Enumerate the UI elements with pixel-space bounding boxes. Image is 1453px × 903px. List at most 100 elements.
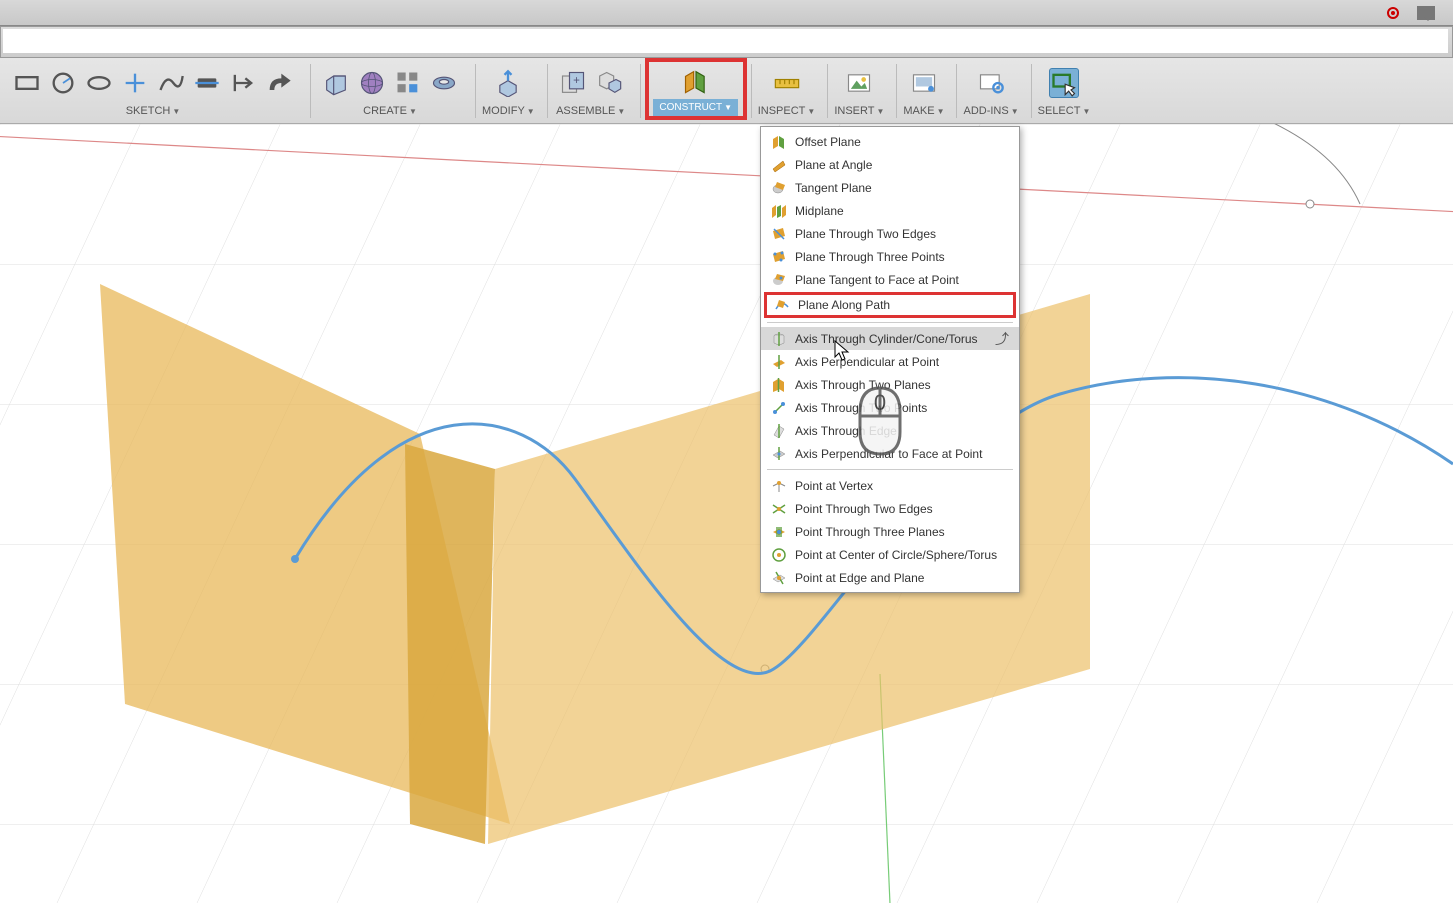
- toolbar-label-inspect[interactable]: INSPECT▼: [758, 102, 816, 120]
- offset-tool-icon[interactable]: [264, 68, 294, 98]
- menu-item-label: Point Through Three Planes: [795, 525, 945, 539]
- menu-item-label: Point at Vertex: [795, 479, 873, 493]
- toolbar-group-assemble: + ASSEMBLE▼: [552, 58, 630, 123]
- plane-path-icon: [774, 297, 790, 313]
- toolbar-group-make: MAKE▼: [901, 58, 946, 123]
- constraint-tool-icon[interactable]: [228, 68, 258, 98]
- offset-plane-icon: [771, 134, 787, 150]
- construct-plane-icon[interactable]: [678, 66, 714, 95]
- toolbar-separator: [956, 64, 957, 118]
- menu-item-label: Tangent Plane: [795, 181, 872, 195]
- toolbar-label-insert[interactable]: INSERT▼: [834, 102, 884, 120]
- component-icon[interactable]: +: [558, 68, 588, 98]
- sphere-icon[interactable]: [357, 68, 387, 98]
- menu-item-label: Axis Through Cylinder/Cone/Torus: [795, 332, 978, 346]
- axis-planes-icon: [771, 377, 787, 393]
- menu-item-label: Point at Edge and Plane: [795, 571, 924, 585]
- print-icon[interactable]: [909, 68, 939, 98]
- toolbar-label-construct[interactable]: CONSTRUCT▼: [653, 99, 738, 116]
- rectangle-tool-icon[interactable]: [12, 68, 42, 98]
- menu-item-plane-three-points[interactable]: Plane Through Three Points: [761, 245, 1019, 268]
- feedback-icon[interactable]: [1417, 6, 1435, 20]
- toolbar-label-select[interactable]: SELECT▼: [1038, 102, 1091, 120]
- toolbar-separator: [751, 64, 752, 118]
- toolbar-separator: [547, 64, 548, 118]
- menu-item-plane-angle[interactable]: Plane at Angle: [761, 153, 1019, 176]
- toolbar-group-inspect: INSPECT▼: [756, 58, 818, 123]
- midplane-icon: [771, 203, 787, 219]
- presspull-icon[interactable]: [493, 68, 523, 98]
- menu-item-label: Plane Through Three Points: [795, 250, 945, 264]
- toolbar-label-sketch[interactable]: SKETCH▼: [126, 102, 181, 120]
- plane-angle-icon: [771, 157, 787, 173]
- insert-image-icon[interactable]: [844, 68, 874, 98]
- menu-item-label: Plane at Angle: [795, 158, 872, 172]
- dimension-tool-icon[interactable]: [192, 68, 222, 98]
- toolbar-group-select: SELECT▼: [1036, 58, 1093, 123]
- spline-tool-icon[interactable]: [156, 68, 186, 98]
- plane-tangent-face-icon: [771, 272, 787, 288]
- measure-icon[interactable]: [772, 68, 802, 98]
- toolbar-label-modify[interactable]: MODIFY▼: [482, 102, 535, 120]
- circle-tool-icon[interactable]: [48, 68, 78, 98]
- menu-item-plane-along-path[interactable]: Plane Along Path: [764, 292, 1016, 318]
- joint-icon[interactable]: [594, 68, 624, 98]
- menu-item-plane-tangent-face[interactable]: Plane Tangent to Face at Point: [761, 268, 1019, 291]
- viewport-canvas[interactable]: [0, 124, 1453, 903]
- toolbar-label-addins[interactable]: ADD-INS▼: [963, 102, 1018, 120]
- search-input[interactable]: [3, 29, 1448, 53]
- tangent-plane-icon: [771, 180, 787, 196]
- menu-item-label: Axis Perpendicular at Point: [795, 355, 939, 369]
- title-bar: [0, 0, 1453, 26]
- point-tool-icon[interactable]: [120, 68, 150, 98]
- point-planes-icon: [771, 524, 787, 540]
- menu-item-axis-perp-point[interactable]: Axis Perpendicular at Point: [761, 350, 1019, 373]
- pattern-icon[interactable]: [393, 68, 423, 98]
- addins-icon[interactable]: [976, 68, 1006, 98]
- extrude-icon[interactable]: [321, 68, 351, 98]
- select-tool-icon[interactable]: [1049, 68, 1079, 98]
- toolbar-label-create[interactable]: CREATE▼: [363, 102, 417, 120]
- plane-points-icon: [771, 249, 787, 265]
- menu-item-point-center[interactable]: Point at Center of Circle/Sphere/Torus: [761, 543, 1019, 566]
- ellipse-tool-icon[interactable]: [84, 68, 114, 98]
- menu-item-offset-plane[interactable]: Offset Plane: [761, 130, 1019, 153]
- menu-separator: [767, 322, 1013, 323]
- toolbar-group-sketch: SKETCH▼: [6, 58, 300, 123]
- plane-edges-icon: [771, 226, 787, 242]
- menu-item-label: Offset Plane: [795, 135, 861, 149]
- toolbar-label-make[interactable]: MAKE▼: [903, 102, 944, 120]
- toolbar-label-assemble[interactable]: ASSEMBLE▼: [556, 102, 625, 120]
- menu-item-axis-cylinder[interactable]: Axis Through Cylinder/Cone/Torus⤴: [761, 327, 1019, 350]
- menu-item-point-edge-plane[interactable]: Point at Edge and Plane: [761, 566, 1019, 589]
- menu-separator: [767, 469, 1013, 470]
- menu-item-point-two-edges[interactable]: Point Through Two Edges: [761, 497, 1019, 520]
- menu-item-midplane[interactable]: Midplane: [761, 199, 1019, 222]
- toolbar-separator: [827, 64, 828, 118]
- point-edge-plane-icon: [771, 570, 787, 586]
- main-toolbar: SKETCH▼ CREATE▼ MODIFY▼ + ASSEMBLE▼ CONS…: [0, 58, 1453, 124]
- record-icon[interactable]: [1387, 7, 1399, 19]
- toolbar-separator: [310, 64, 311, 118]
- menu-item-label: Point at Center of Circle/Sphere/Torus: [795, 548, 997, 562]
- menu-item-label: Point Through Two Edges: [795, 502, 933, 516]
- toolbar-group-insert: INSERT▼: [832, 58, 886, 123]
- menu-item-point-vertex[interactable]: Point at Vertex: [761, 474, 1019, 497]
- menu-item-label: Midplane: [795, 204, 844, 218]
- toolbar-separator: [640, 64, 641, 118]
- toolbar-separator: [896, 64, 897, 118]
- menu-item-plane-two-edges[interactable]: Plane Through Two Edges: [761, 222, 1019, 245]
- axis-edge-icon: [771, 423, 787, 439]
- toolbar-separator: [475, 64, 476, 118]
- menu-item-label: Plane Along Path: [798, 298, 890, 312]
- menu-item-point-three-planes[interactable]: Point Through Three Planes: [761, 520, 1019, 543]
- toolbar-group-construct[interactable]: CONSTRUCT▼: [645, 58, 747, 120]
- toolbar-group-addins: ADD-INS▼: [961, 58, 1020, 123]
- svg-text:+: +: [573, 74, 580, 87]
- mouse-hint-overlay: 0: [850, 382, 910, 460]
- toolbar-group-create: CREATE▼: [315, 58, 465, 123]
- menu-item-tangent-plane[interactable]: Tangent Plane: [761, 176, 1019, 199]
- torus-icon[interactable]: [429, 68, 459, 98]
- point-vertex-icon: [771, 478, 787, 494]
- construct-menu: Offset Plane Plane at Angle Tangent Plan…: [760, 126, 1020, 593]
